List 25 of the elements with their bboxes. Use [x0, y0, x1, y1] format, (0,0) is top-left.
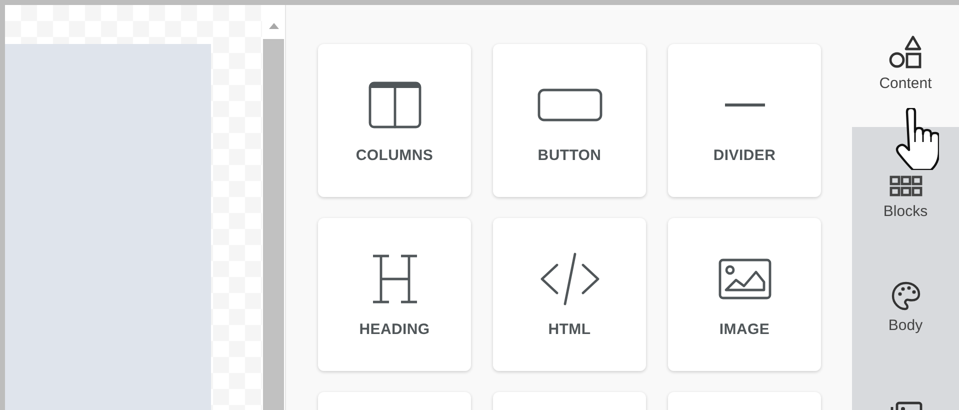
- content-tile[interactable]: HEADING: [318, 218, 471, 371]
- content-tile[interactable]: IMAGE: [668, 218, 821, 371]
- shapes-icon: [888, 35, 924, 69]
- tile-label: COLUMNS: [356, 146, 434, 166]
- palette-icon: [890, 281, 920, 311]
- content-tile[interactable]: DIVIDER: [668, 44, 821, 197]
- tile-label: HEADING: [359, 320, 430, 340]
- scroll-up-arrow-icon[interactable]: [268, 23, 278, 29]
- tile-label: DIVIDER: [713, 146, 776, 166]
- letter-h-icon: [370, 254, 418, 304]
- hand-pointer-cursor-icon: [893, 108, 939, 170]
- tile-label: BUTTON: [538, 146, 602, 166]
- sidebar-tab[interactable]: Content: [852, 5, 959, 127]
- image-icon: [718, 258, 772, 300]
- grid-icon: [888, 175, 922, 197]
- content-tile[interactable]: BUTTON: [493, 44, 646, 197]
- columns-icon: [368, 81, 422, 129]
- tile-label: IMAGE: [719, 320, 770, 340]
- horizontal-line-icon: [724, 103, 766, 107]
- content-tile[interactable]: HTML: [493, 218, 646, 371]
- tile-label: HTML: [548, 320, 591, 340]
- scrollbar-thumb[interactable]: [263, 39, 284, 410]
- content-tile[interactable]: COLUMNS: [318, 44, 471, 197]
- code-brackets-icon: [538, 252, 600, 306]
- rectangle-icon: [536, 88, 602, 122]
